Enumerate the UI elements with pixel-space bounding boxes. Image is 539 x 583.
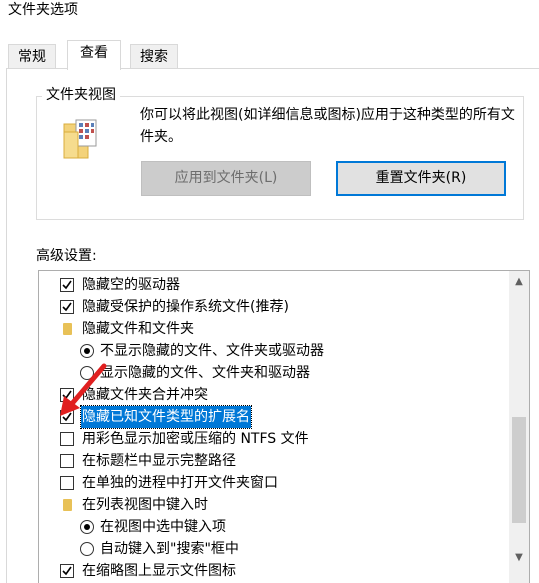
folder-view-group-label: 文件夹视图 [42, 85, 120, 105]
tree-group-label: 隐藏文件和文件夹 [82, 321, 194, 337]
tree-item[interactable]: 不显示隐藏的文件、文件夹或驱动器 [39, 340, 509, 362]
radio-selected-icon[interactable] [80, 520, 94, 534]
tree-item[interactable]: 隐藏文件夹合并冲突 [39, 384, 509, 406]
tree-item-label: 隐藏受保护的操作系统文件(推荐) [82, 299, 289, 315]
checkbox-checked-icon[interactable] [60, 300, 74, 314]
tree-item[interactable]: 用彩色显示加密或压缩的 NTFS 文件 [39, 428, 509, 450]
tree-item-label: 自动键入到"搜索"框中 [100, 541, 239, 557]
tree-item[interactable]: 在标题栏中显示完整路径 [39, 450, 509, 472]
reset-folders-button[interactable]: 重置文件夹(R) [336, 161, 506, 196]
tab-general[interactable]: 常规 [8, 44, 56, 69]
tree-item-selected[interactable]: 隐藏已知文件类型的扩展名 [39, 405, 509, 429]
folder-view-icon [62, 118, 102, 162]
folder-view-description: 你可以将此视图(如详细信息或图标)应用于这种类型的所有文件夹。 [140, 107, 515, 145]
tree-item[interactable]: 在单独的进程中打开文件夹窗口 [39, 472, 509, 494]
tree-item-label: 显示隐藏的文件、文件夹和驱动器 [100, 365, 310, 381]
tree-item-label: 不显示隐藏的文件、文件夹或驱动器 [100, 343, 324, 359]
tree-item[interactable]: 显示隐藏的文件、文件夹和驱动器 [39, 362, 509, 384]
tree-item-label: 隐藏空的驱动器 [82, 277, 180, 293]
radio-unselected-icon[interactable] [80, 366, 94, 380]
checkbox-unchecked-icon[interactable] [60, 432, 74, 446]
radio-selected-icon[interactable] [80, 344, 94, 358]
tab-strip: 常规 查看 搜索 [0, 40, 539, 70]
folder-icon [63, 323, 72, 335]
window-title: 文件夹选项 [8, 2, 78, 18]
scrollbar-thumb[interactable] [512, 417, 526, 523]
tree-item[interactable]: 自动键入到"搜索"框中 [39, 538, 509, 560]
tree-item[interactable]: 隐藏受保护的操作系统文件(推荐) [39, 296, 509, 318]
tree-item[interactable]: 在缩略图上显示文件图标 [39, 560, 509, 582]
checkbox-checked-icon[interactable] [60, 410, 74, 424]
tree-item-label: 用彩色显示加密或压缩的 NTFS 文件 [82, 431, 309, 447]
advanced-settings-tree[interactable]: 隐藏空的驱动器 隐藏受保护的操作系统文件(推荐) 隐藏文件和文件夹 不显示隐藏的… [38, 270, 530, 583]
tree-item-label: 隐藏文件夹合并冲突 [82, 387, 208, 403]
scroll-down-arrow-icon[interactable]: ▼ [509, 549, 529, 567]
tree-group: 在列表视图中键入时 [39, 494, 509, 516]
tree-group-label: 在列表视图中键入时 [82, 497, 208, 513]
apply-to-folders-button[interactable]: 应用到文件夹(L) [141, 161, 311, 196]
tree-item[interactable]: 隐藏空的驱动器 [39, 274, 509, 296]
tree-scrollbar[interactable]: ▲ ▼ [509, 271, 529, 583]
checkbox-checked-icon[interactable] [60, 388, 74, 402]
checkbox-unchecked-icon[interactable] [60, 454, 74, 468]
tree-item-label: 在标题栏中显示完整路径 [82, 453, 236, 469]
folder-icon [63, 499, 72, 511]
tree-item-label: 在视图中选中键入项 [100, 519, 226, 535]
advanced-settings-label: 高级设置: [36, 248, 97, 264]
tree-item-label: 在单独的进程中打开文件夹窗口 [82, 475, 278, 491]
scroll-up-arrow-icon[interactable]: ▲ [509, 273, 529, 291]
tree-item[interactable]: 在视图中选中键入项 [39, 516, 509, 538]
radio-unselected-icon[interactable] [80, 542, 94, 556]
tab-search[interactable]: 搜索 [130, 44, 178, 69]
checkbox-checked-icon[interactable] [60, 564, 74, 578]
checkbox-unchecked-icon[interactable] [60, 476, 74, 490]
checkbox-checked-icon[interactable] [60, 278, 74, 292]
tree-group: 隐藏文件和文件夹 [39, 318, 509, 340]
tree-item-label: 隐藏已知文件类型的扩展名 [80, 405, 252, 429]
tab-view[interactable]: 查看 [67, 40, 121, 70]
tree-item-label: 在缩略图上显示文件图标 [82, 563, 236, 579]
